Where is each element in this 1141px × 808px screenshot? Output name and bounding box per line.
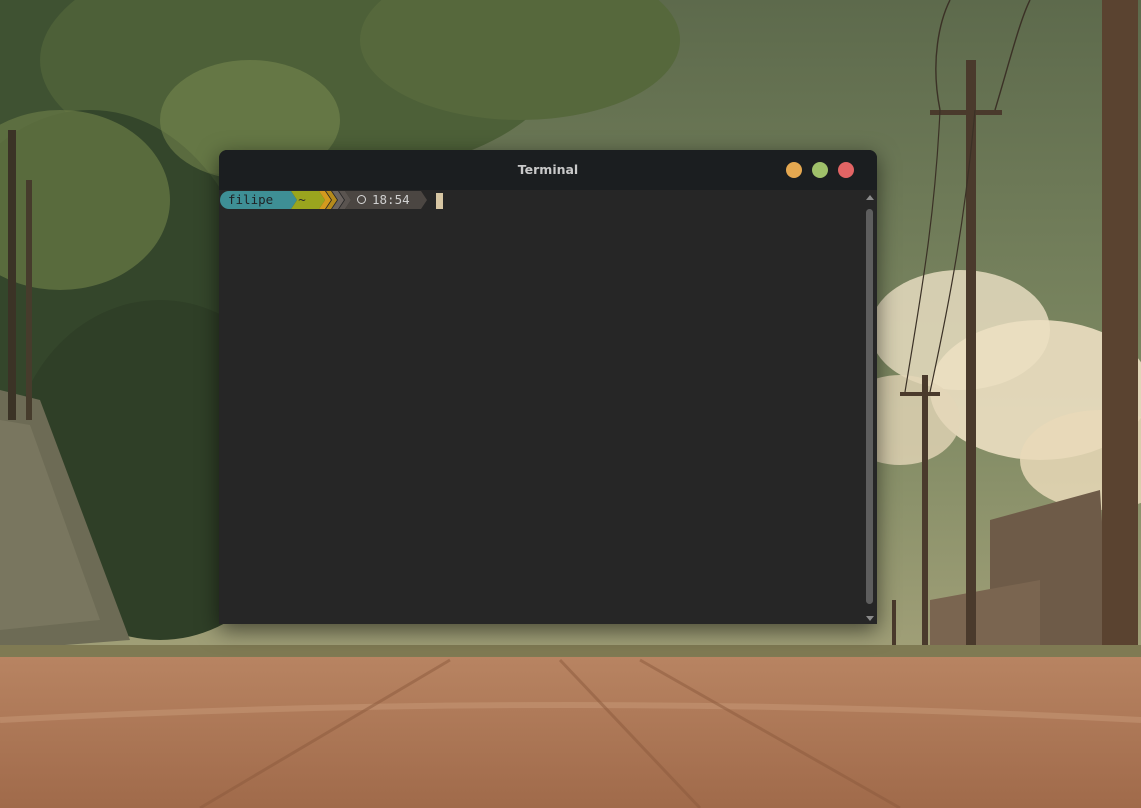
- clock-icon: [357, 195, 366, 204]
- terminal-content[interactable]: filipe ~ 18:54: [219, 190, 877, 624]
- minimize-button[interactable]: [786, 162, 802, 178]
- text-cursor: [436, 193, 443, 209]
- prompt-directory: ~: [298, 192, 306, 207]
- shell-prompt: filipe ~ 18:54: [219, 191, 859, 209]
- maximize-button[interactable]: [812, 162, 828, 178]
- window-title: Terminal: [517, 162, 579, 177]
- scrollbar-thumb[interactable]: [866, 209, 873, 604]
- terminal-window: Terminal filipe ~ 18:54: [219, 150, 877, 624]
- scroll-down-arrow-icon[interactable]: [866, 616, 874, 621]
- prompt-time-segment: 18:54: [355, 191, 425, 209]
- prompt-time: 18:54: [372, 192, 410, 207]
- close-button[interactable]: [838, 162, 854, 178]
- vertical-scrollbar[interactable]: [862, 190, 877, 624]
- scroll-up-arrow-icon[interactable]: [866, 195, 874, 200]
- window-titlebar[interactable]: Terminal: [219, 150, 877, 190]
- scrollbar-track[interactable]: [866, 209, 873, 604]
- prompt-user: filipe: [220, 191, 290, 209]
